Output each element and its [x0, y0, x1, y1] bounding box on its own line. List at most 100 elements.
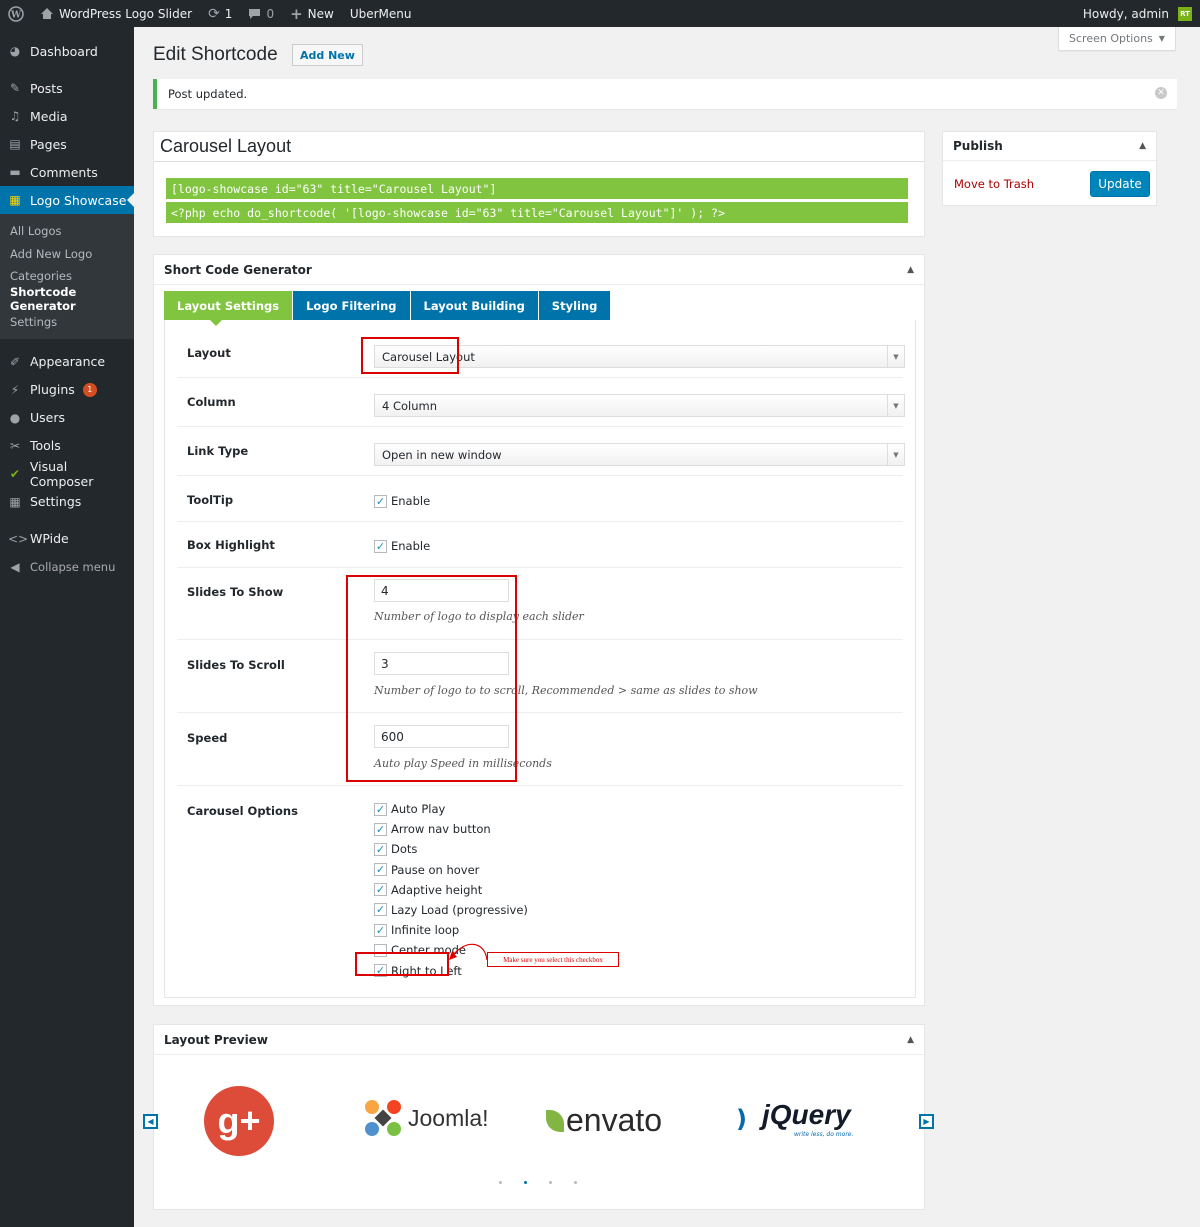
link-type-value: Open in new window [382, 447, 502, 462]
checkbox-label: Dots [391, 842, 418, 857]
submenu-all-logos[interactable]: All Logos [0, 220, 134, 243]
plugins-update-badge: 1 [82, 382, 97, 397]
checkmark-icon: ✓ [374, 494, 387, 508]
collapse-arrow-icon[interactable]: ▲ [907, 265, 914, 275]
menu-plugins[interactable]: ⚡ Plugins 1 [0, 376, 134, 404]
carousel-option-checkbox[interactable]: ✓ Adaptive height [374, 883, 528, 897]
menu-tools[interactable]: ✂ Tools [0, 432, 134, 460]
link-type-select[interactable]: Open in new window ▼ [374, 443, 905, 466]
dropdown-arrow-icon: ▼ [887, 395, 904, 416]
tab-layout-building[interactable]: Layout Building [410, 291, 538, 320]
layout-highlight-box [361, 337, 459, 374]
slides-to-scroll-row: Slides To Scroll 3 Number of logo to to … [177, 640, 903, 713]
account-menu[interactable]: Howdy, admin RT [1075, 0, 1200, 27]
speed-label: Speed [187, 731, 228, 745]
preview-header: Layout Preview ▲ [154, 1025, 924, 1055]
submenu-settings[interactable]: Settings [0, 310, 134, 333]
menu-label: Settings [30, 494, 82, 510]
menu-appearance[interactable]: ✐ Appearance [0, 348, 134, 376]
php-code-line[interactable]: <?php echo do_shortcode( '[logo-showcase… [166, 202, 908, 223]
shortcode-line[interactable]: [logo-showcase id="63" title="Carousel L… [166, 178, 908, 199]
checkbox-label: Enable [391, 539, 431, 553]
box-highlight-row: Box Highlight ✓ Enable [177, 522, 903, 568]
updates-link[interactable]: ⟳ 1 [200, 0, 240, 27]
collapse-icon: ◀ [10, 559, 20, 574]
tooltip-label: ToolTip [187, 493, 234, 507]
carousel-option-checkbox[interactable]: ✓ Dots [374, 842, 528, 856]
carousel-dot[interactable] [499, 1181, 502, 1184]
box-highlight-label: Box Highlight [187, 538, 275, 552]
add-new-button[interactable]: Add New [292, 44, 363, 66]
tab-styling[interactable]: Styling [538, 291, 611, 320]
logo-showcase-icon: ▦ [9, 193, 21, 207]
checkbox-label: Infinite loop [391, 923, 460, 938]
menu-label: Pages [30, 136, 67, 152]
site-name-link[interactable]: WordPress Logo Slider [32, 0, 200, 27]
collapse-menu-button[interactable]: ◀ Collapse menu [0, 553, 134, 581]
menu-media[interactable]: ♫ Media [0, 102, 134, 130]
wordpress-logo-button[interactable]: W [0, 0, 32, 27]
logo-showcase-submenu: All Logos Add New Logo Categories Shortc… [0, 214, 134, 339]
menu-label: Visual Composer [29, 458, 94, 489]
carousel-option-checkbox[interactable]: ✓ Pause on hover [374, 863, 528, 877]
menu-settings[interactable]: ▦ Settings [0, 488, 134, 516]
annotation-arrow-icon [449, 943, 488, 961]
carousel-dot[interactable] [549, 1181, 552, 1184]
ubermenu-link[interactable]: UberMenu [342, 0, 420, 27]
carousel-next-arrow-icon[interactable]: ▶ [919, 1114, 934, 1129]
carousel-option-checkbox[interactable]: ✓ Lazy Load (progressive) [374, 903, 528, 917]
menu-users[interactable]: ● Users [0, 404, 134, 432]
visual-composer-icon: ✔ [9, 466, 20, 481]
screen-options-button[interactable]: Screen Options ▼ [1058, 27, 1176, 51]
menu-label: Users [30, 410, 66, 426]
wrench-icon: ✂ [9, 438, 21, 453]
slides-to-show-row: Slides To Show 4 Number of logo to displ… [177, 568, 903, 640]
post-title-input[interactable]: Carousel Layout [154, 132, 924, 162]
admin-bar: W WordPress Logo Slider ⟳ 1 0 + New Uber… [0, 0, 1200, 27]
tab-logo-filtering[interactable]: Logo Filtering [293, 291, 410, 320]
carousel-option-checkbox[interactable]: ✓ Auto Play [374, 802, 528, 816]
carousel-dots [499, 1181, 577, 1184]
carousel-dot[interactable] [574, 1181, 577, 1184]
menu-visual-composer[interactable]: ✔ Visual Composer [0, 458, 134, 489]
menu-logo-showcase[interactable]: ▦ Logo Showcase [0, 186, 134, 214]
tab-layout-settings[interactable]: Layout Settings [164, 291, 293, 326]
submenu-shortcode-generator[interactable]: Shortcode Generator [0, 285, 134, 313]
media-icon: ♫ [9, 109, 21, 123]
pin-icon: ✎ [9, 81, 21, 95]
menu-comments[interactable]: ▬ Comments [0, 158, 134, 186]
menu-posts[interactable]: ✎ Posts [0, 74, 134, 102]
comments-link[interactable]: 0 [240, 0, 282, 27]
annotation-note: Make sure you select this checkbox [487, 952, 619, 967]
carousel-options-label: Carousel Options [187, 804, 298, 818]
carousel-dot-active[interactable] [524, 1181, 527, 1184]
collapse-arrow-icon[interactable]: ▲ [1139, 141, 1146, 151]
dashboard-icon: ◕ [9, 44, 21, 58]
menu-dashboard[interactable]: ◕ Dashboard [0, 37, 134, 65]
dismiss-icon[interactable]: ✕ [1155, 87, 1167, 99]
shortcode-generator-box: Short Code Generator ▲ Layout Settings L… [153, 254, 925, 1006]
carousel-prev-arrow-icon[interactable]: ◀ [143, 1114, 158, 1129]
envato-text: envato [566, 1102, 663, 1138]
avatar: RT [1178, 6, 1192, 21]
tooltip-enable-checkbox[interactable]: ✓ Enable [374, 494, 430, 508]
update-button[interactable]: Update [1090, 171, 1150, 197]
dropdown-arrow-icon: ▼ [887, 346, 904, 367]
generator-header: Short Code Generator ▲ [154, 255, 924, 285]
carousel-option-checkbox[interactable]: ✓ Arrow nav button [374, 822, 528, 836]
pages-icon: ▤ [9, 137, 21, 151]
menu-wpide[interactable]: <> WPide [0, 525, 134, 553]
box-highlight-enable-checkbox[interactable]: ✓ Enable [374, 539, 430, 553]
move-to-trash-link[interactable]: Move to Trash [954, 177, 1034, 191]
column-select[interactable]: 4 Column ▼ [374, 394, 905, 417]
menu-label: Appearance [30, 354, 106, 370]
caret-down-icon: ▼ [1158, 34, 1165, 43]
new-content-link[interactable]: + New [282, 0, 342, 27]
checkbox-label: Enable [391, 494, 431, 508]
carousel-option-checkbox[interactable]: ✓ Infinite loop [374, 923, 528, 937]
layout-settings-panel: Layout Carousel Layout ▼ Column 4 Column… [164, 320, 916, 998]
rtl-highlight-box [355, 952, 449, 976]
collapse-arrow-icon[interactable]: ▲ [907, 1035, 914, 1045]
submenu-add-new-logo[interactable]: Add New Logo [0, 243, 134, 266]
menu-pages[interactable]: ▤ Pages [0, 130, 134, 158]
